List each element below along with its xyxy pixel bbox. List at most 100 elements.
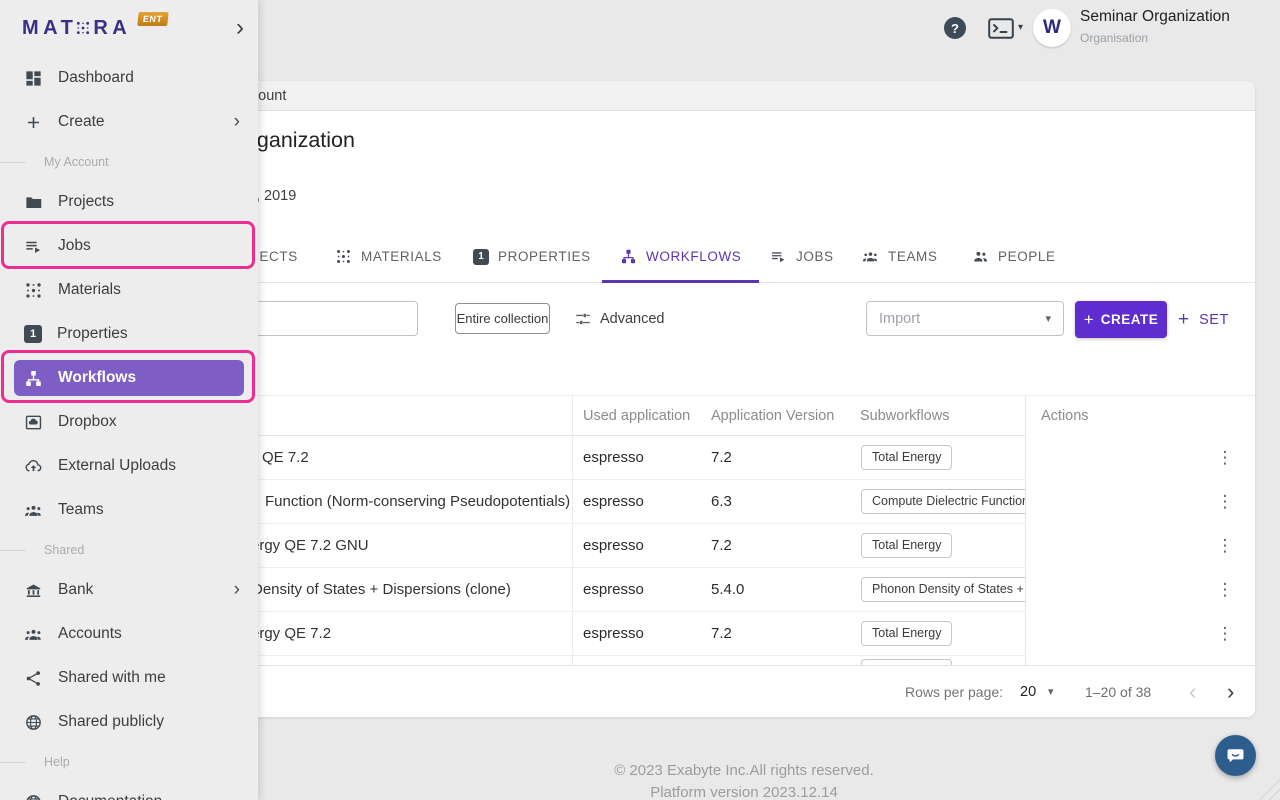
sidebar-item-label: Jobs bbox=[58, 237, 91, 255]
sidebar-item-label: External Uploads bbox=[58, 457, 176, 475]
sidebar-item-projects[interactable]: Projects bbox=[0, 180, 258, 224]
plus-icon: + bbox=[1084, 310, 1094, 330]
workflow-name: ergy QE 7.2 bbox=[251, 612, 331, 656]
jobs-icon bbox=[24, 237, 43, 256]
advanced-filter-button[interactable]: Advanced bbox=[574, 303, 665, 334]
sidebar-item-label: Projects bbox=[58, 193, 114, 211]
sidebar-item-shared-publicly[interactable]: Shared publicly bbox=[0, 700, 258, 744]
sidebar-item-label: Teams bbox=[58, 501, 104, 519]
console-caret-icon[interactable]: ▾ bbox=[1018, 22, 1023, 33]
sidebar-item-create[interactable]: Create› bbox=[0, 100, 258, 144]
chat-icon bbox=[1224, 744, 1247, 767]
help-button[interactable]: ? bbox=[944, 17, 966, 39]
create-button[interactable]: + CREATE bbox=[1075, 301, 1167, 338]
avatar-letter: W bbox=[1043, 17, 1061, 39]
sidebar-item-shared-with-me[interactable]: Shared with me bbox=[0, 656, 258, 700]
subworkflow-chip[interactable]: Total Energy bbox=[861, 621, 952, 646]
tab-jobs[interactable]: JOBS bbox=[752, 233, 852, 283]
application-version: 6.3 bbox=[711, 480, 732, 524]
row-actions-menu[interactable]: ⋮ bbox=[1215, 624, 1235, 644]
chevron-down-icon[interactable]: ▾ bbox=[1048, 666, 1054, 717]
tab-teams[interactable]: TEAMS bbox=[844, 233, 956, 283]
used-application: espresso bbox=[583, 480, 644, 524]
avatar[interactable]: W bbox=[1033, 9, 1071, 47]
sidebar-item-dropbox[interactable]: Dropbox bbox=[0, 400, 258, 444]
used-application: espresso bbox=[583, 568, 644, 612]
next-page-button[interactable]: › bbox=[1227, 666, 1234, 717]
org-name: Seminar Organization bbox=[1080, 8, 1230, 26]
tab-label: PROPERTIES bbox=[498, 249, 591, 264]
sidebar-item-bank[interactable]: Bank › bbox=[0, 568, 258, 612]
pagination-range: 1–20 of 38 bbox=[1085, 666, 1151, 717]
account-menu[interactable]: Seminar Organization Organisation bbox=[1080, 8, 1230, 45]
sidebar-item-label: Bank bbox=[58, 581, 93, 599]
share-icon bbox=[24, 669, 43, 688]
sidebar-item-documentation[interactable]: Documentation bbox=[0, 780, 258, 800]
sidebar-item-dashboard[interactable]: Dashboard bbox=[0, 56, 258, 100]
sidebar-item-materials[interactable]: Materials bbox=[0, 268, 258, 312]
chat-launcher[interactable] bbox=[1215, 735, 1256, 776]
section-label: Help bbox=[44, 755, 70, 769]
sidebar-collapse-toggle[interactable]: › bbox=[236, 16, 244, 40]
bank-icon bbox=[24, 581, 43, 600]
chevron-down-icon: ▾ bbox=[1045, 312, 1051, 325]
materials-icon bbox=[24, 281, 43, 300]
import-select[interactable]: Import ▾ bbox=[866, 301, 1064, 336]
copyright-text: © 2023 Exabyte Inc.All rights reserved. bbox=[240, 762, 1248, 779]
page-footer: © 2023 Exabyte Inc.All rights reserved. … bbox=[240, 762, 1248, 800]
subworkflow-chip[interactable]: Total Energy bbox=[861, 445, 952, 470]
subworkflow-cell: Compute Dielectric Function bbox=[861, 489, 1025, 515]
row-actions-menu[interactable]: ⋮ bbox=[1215, 448, 1235, 468]
teams-icon bbox=[24, 501, 43, 520]
entire-collection-button[interactable]: Entire collection bbox=[455, 303, 550, 334]
sidebar-item-label: Dropbox bbox=[58, 413, 117, 431]
subworkflow-chip[interactable]: Total Energy bbox=[861, 533, 952, 558]
sidebar-item-teams[interactable]: Teams bbox=[0, 488, 258, 532]
column-application-version: Application Version bbox=[711, 396, 834, 436]
sidebar-item-properties[interactable]: 1Properties bbox=[0, 312, 258, 356]
properties-badge: 1 bbox=[24, 325, 42, 343]
column-actions: Actions bbox=[1041, 396, 1089, 436]
previous-page-button[interactable]: ‹ bbox=[1189, 666, 1196, 717]
logo-dots-icon bbox=[75, 20, 91, 36]
row-actions-menu[interactable]: ⋮ bbox=[1215, 536, 1235, 556]
chevron-right-icon: › bbox=[234, 579, 258, 601]
used-application: espresso bbox=[583, 436, 644, 480]
tab-people[interactable]: PEOPLE bbox=[954, 233, 1074, 283]
row-actions-menu[interactable]: ⋮ bbox=[1215, 492, 1235, 512]
org-subtitle: Organisation bbox=[1080, 31, 1230, 45]
application-version: 7.2 bbox=[711, 612, 732, 656]
console-icon[interactable] bbox=[988, 18, 1014, 39]
sidebar-item-accounts[interactable]: Accounts bbox=[0, 612, 258, 656]
workflow-name: Function (Norm-conserving Pseudopotentia… bbox=[265, 480, 570, 524]
sidebar-item-jobs[interactable]: Jobs bbox=[0, 224, 258, 268]
column-used-application: Used application bbox=[583, 396, 690, 436]
tab-properties[interactable]: 1PROPERTIES bbox=[455, 233, 609, 283]
logo-suffix: RA bbox=[93, 17, 131, 40]
create-set-button[interactable]: + SET bbox=[1178, 301, 1229, 338]
application-version: 5.4.0 bbox=[711, 568, 744, 612]
rows-per-page-select[interactable]: 20 bbox=[1020, 666, 1036, 717]
tab-label: JOBS bbox=[796, 249, 834, 264]
resize-grip-icon bbox=[1254, 774, 1280, 800]
mat3ra-logo[interactable]: MAT RA ENT bbox=[22, 17, 167, 40]
help-icon: ? bbox=[951, 21, 959, 36]
sidebar-item-external-uploads[interactable]: External Uploads bbox=[0, 444, 258, 488]
sidebar-item-label: Dashboard bbox=[58, 69, 134, 87]
used-application: espresso bbox=[583, 524, 644, 568]
tab-workflows[interactable]: WORKFLOWS bbox=[602, 233, 759, 283]
chevron-right-icon: › bbox=[234, 111, 258, 133]
people-icon bbox=[972, 248, 989, 265]
tab-materials[interactable]: MATERIALS bbox=[317, 233, 460, 283]
sidebar-item-workflows[interactable]: Workflows bbox=[14, 360, 244, 396]
sidebar-item-label: Materials bbox=[58, 281, 121, 299]
subworkflow-chip[interactable]: Compute Dielectric Function bbox=[861, 489, 1025, 514]
jobs-icon bbox=[770, 248, 787, 265]
globe-icon bbox=[24, 793, 43, 800]
image-icon bbox=[24, 413, 43, 432]
workflow-name: Density of States + Dispersions (clone) bbox=[252, 568, 511, 612]
row-actions-menu[interactable]: ⋮ bbox=[1215, 580, 1235, 600]
column-subworkflows: Subworkflows bbox=[860, 396, 949, 436]
sidebar: MAT RA ENT › DashboardCreate›My AccountP… bbox=[0, 0, 258, 800]
subworkflow-chip[interactable]: Phonon Density of States + Dispersions bbox=[861, 577, 1025, 602]
